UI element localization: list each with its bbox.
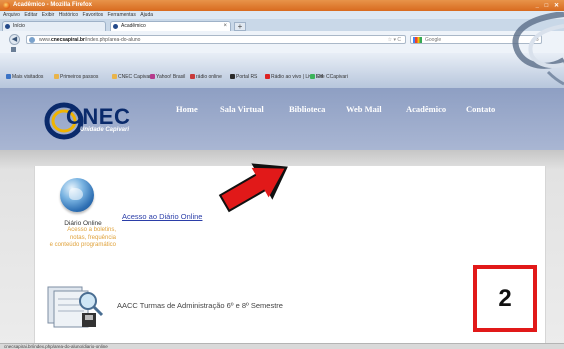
description-line: notas, frequência <box>69 234 116 241</box>
globe-icon[interactable] <box>60 178 94 212</box>
files-icon[interactable] <box>44 283 108 331</box>
home-icon[interactable] <box>11 47 16 52</box>
tab-strip: Início Acadêmico × + <box>0 19 564 31</box>
status-bar: cnecsapirai.br/index.php/area-do-aluno/d… <box>0 343 564 349</box>
tab-label: Acadêmico <box>121 23 146 29</box>
back-button[interactable]: ◀ <box>9 34 20 45</box>
bookmark-item[interactable]: rádio online <box>190 74 222 80</box>
google-icon <box>413 37 422 43</box>
description-line: e conteúdo programático <box>49 242 116 248</box>
search-placeholder: Google <box>425 37 442 43</box>
nav-sala-virtual[interactable]: Sala Virtual <box>220 104 264 114</box>
tab-inicio[interactable]: Início <box>2 21 106 31</box>
tab-label: Início <box>13 23 25 29</box>
bookmark-item[interactable]: Portal RS <box>230 74 257 80</box>
logo-subtitle: Unidade Capivari <box>80 127 130 133</box>
description-line: Acesso a boletins, <box>67 227 116 233</box>
address-bar[interactable]: www.cnecsapirai.br/index.php/area-do-alu… <box>26 35 406 44</box>
bookmarks-bar: Mais visitados Primeiros passos CNEC Cap… <box>0 53 564 88</box>
tab-favicon-icon <box>113 24 118 29</box>
window-titlebar: Acadêmico - Mozilla Firefox _ □ ✕ <box>0 0 564 11</box>
site-header: CNEC Unidade Capivari Home Sala Virtual … <box>0 88 564 150</box>
url-path: /index.php/area-do-aluno <box>84 37 141 43</box>
menu-favoritos[interactable]: Favoritos <box>83 12 104 18</box>
menu-historico[interactable]: Histórico <box>59 12 78 18</box>
menu-editar[interactable]: Editar <box>24 12 37 18</box>
menu-exibir[interactable]: Exibir <box>42 12 55 18</box>
close-tab-icon[interactable]: × <box>223 22 227 31</box>
site-identity-icon <box>29 37 35 43</box>
nav-academico[interactable]: Acadêmico <box>406 104 446 114</box>
firefox-icon <box>3 2 10 9</box>
window-title: Acadêmico - Mozilla Firefox <box>13 2 93 8</box>
menu-bar: Arquivo Editar Exibir Histórico Favorito… <box>0 11 564 19</box>
diario-online-title: Diário Online <box>64 220 102 227</box>
bookmark-star-icon[interactable]: ☆ ▾ C <box>388 36 401 44</box>
pointer-arrow-annotation <box>218 163 288 213</box>
diario-online-description: Acesso a boletins, notas, frequência e c… <box>40 227 116 250</box>
step-number-badge: 2 <box>473 265 537 332</box>
navigation-bar: ◀ www.cnecsapirai.br/index.php/area-do-a… <box>0 31 564 53</box>
nav-biblioteca[interactable]: Biblioteca <box>289 104 325 114</box>
nav-web-mail[interactable]: Web Mail <box>346 104 382 114</box>
bookmark-item[interactable]: Primeiros passos <box>54 74 98 80</box>
bookmark-item[interactable]: Mais visitados <box>6 74 43 80</box>
aacc-link[interactable]: AACC Turmas de Administração 6º e 8º Sem… <box>117 301 283 310</box>
theme-swirl-decoration <box>512 12 564 86</box>
menu-ferramentas[interactable]: Ferramentas <box>108 12 136 18</box>
menu-arquivo[interactable]: Arquivo <box>3 12 20 18</box>
bookmark-item[interactable]: Site CCapivari <box>310 74 348 80</box>
nav-home[interactable]: Home <box>176 104 198 114</box>
url-domain: cnecsapirai.br <box>50 37 85 43</box>
nav-contato[interactable]: Contato <box>466 104 495 114</box>
bookmark-item[interactable]: Yahoo! Brasil <box>150 74 185 80</box>
diario-online-link[interactable]: Acesso ao Diário Online <box>122 212 202 221</box>
url-prefix: www. <box>39 37 51 43</box>
new-tab-button[interactable]: + <box>234 22 246 31</box>
tab-favicon-icon <box>5 24 10 29</box>
menu-ajuda[interactable]: Ajuda <box>140 12 153 18</box>
tab-academico[interactable]: Acadêmico × <box>110 21 231 31</box>
bookmark-item[interactable]: CNEC Capivari <box>112 74 152 80</box>
